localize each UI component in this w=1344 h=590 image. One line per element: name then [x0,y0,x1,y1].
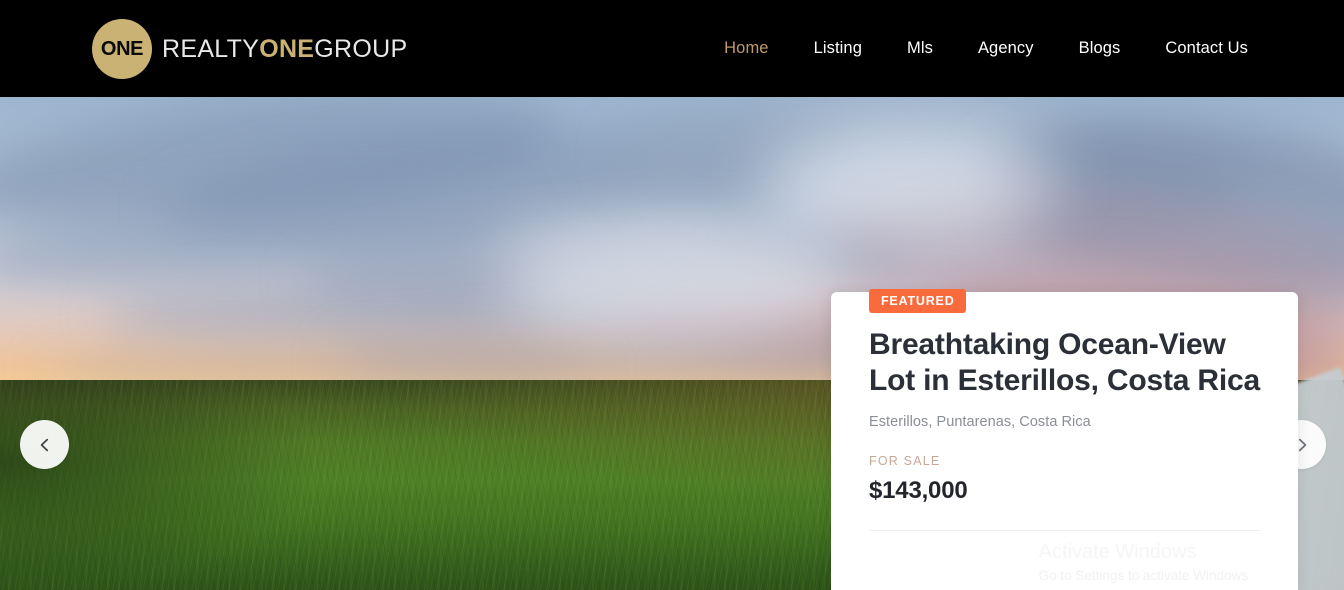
hero-slider: FEATURED Breathtaking Ocean-View Lot in … [0,97,1344,590]
nav-item-agency[interactable]: Agency [978,33,1034,64]
brand-logo-link[interactable]: ONE REALTYONEGROUP [92,19,407,79]
property-title: Breathtaking Ocean-View Lot in Esterillo… [869,328,1260,397]
wordmark-realty: REALTY [162,34,260,63]
foreground-shadow-left [0,380,320,590]
webpage-root: FEATURED Breathtaking Ocean-View Lot in … [0,0,1344,590]
property-price: $143,000 [869,477,968,504]
featured-property-card[interactable]: FEATURED Breathtaking Ocean-View Lot in … [831,289,1298,590]
brand-wordmark: REALTYONEGROUP [162,34,408,63]
nav-item-mls[interactable]: Mls [907,33,933,64]
nav-item-blogs[interactable]: Blogs [1079,33,1121,64]
property-address: Esterillos, Puntarenas, Costa Rica [869,414,1091,430]
site-header: ONE REALTYONEGROUP Home Listing Mls Agen… [0,0,1344,97]
logo-mark-text: ONE [100,38,144,60]
card-divider [869,530,1260,531]
nav-item-home[interactable]: Home [724,33,768,64]
cloud [500,227,840,337]
main-navigation: Home Listing Mls Agency Blogs Contact Us [724,0,1248,97]
status-badge-featured: FEATURED [869,289,966,313]
nav-item-contact-us[interactable]: Contact Us [1165,33,1248,64]
property-sale-status: FOR SALE [869,454,941,468]
carousel-prev-button[interactable] [20,420,69,469]
one-circle-logo-icon: ONE [92,19,152,79]
nav-item-listing[interactable]: Listing [814,33,862,64]
cloud [760,123,1060,243]
chevron-left-icon [37,437,53,453]
wordmark-group: GROUP [314,34,408,63]
wordmark-one: ONE [259,34,315,63]
